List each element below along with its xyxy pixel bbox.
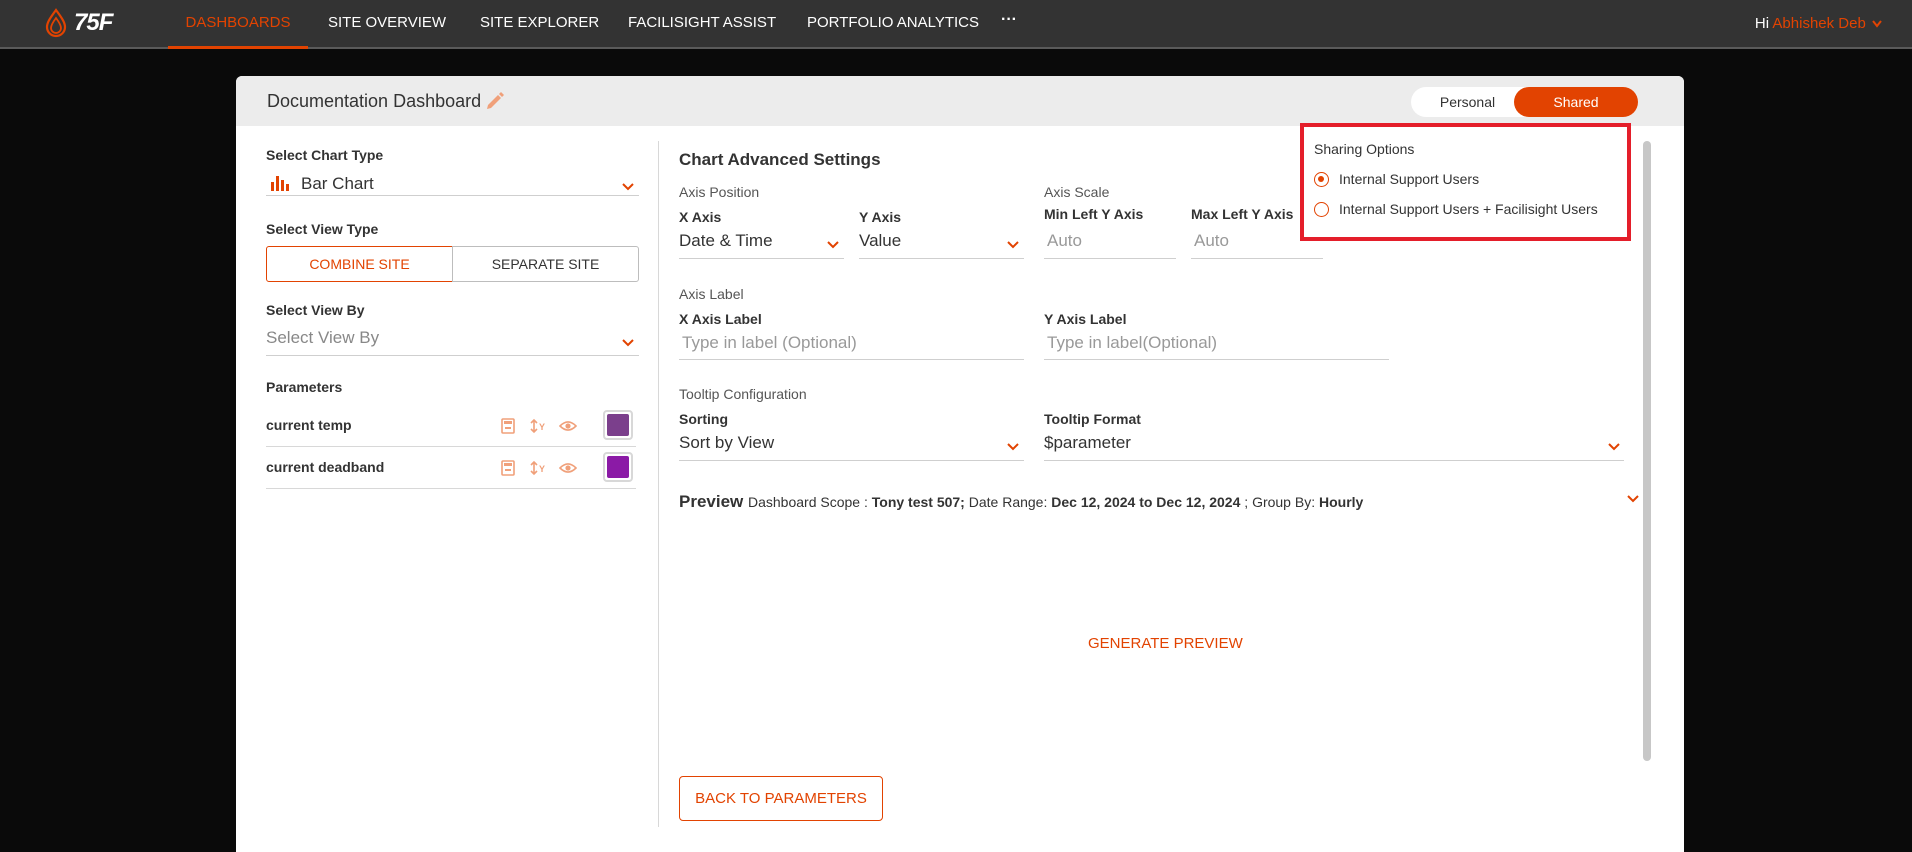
modal-header: Documentation Dashboard Personal Shared [236,76,1684,126]
svg-text:Y: Y [539,422,545,432]
radio-selected-icon[interactable] [1314,172,1329,187]
scrollbar[interactable] [1643,141,1651,761]
color-swatch[interactable] [603,410,633,440]
sharing-options-title: Sharing Options [1314,141,1415,157]
chevron-down-icon [1007,443,1019,451]
x-axis-label-label: X Axis Label [679,311,762,327]
personal-shared-toggle[interactable]: Personal Shared [1411,87,1638,117]
color-swatch[interactable] [603,452,633,482]
eye-icon[interactable] [559,417,577,435]
axis-label-section: Axis Label [679,286,744,302]
chevron-down-icon [1608,443,1620,451]
back-to-parameters-button[interactable]: BACK TO PARAMETERS [679,776,883,821]
swatch-color [607,456,629,478]
greeting: Hi [1754,15,1770,32]
min-left-y-placeholder: Auto [1047,231,1082,250]
nav-site-overview[interactable]: SITE OVERVIEW [328,0,446,49]
parameters-label: Parameters [266,379,343,395]
chevron-down-icon [1007,241,1019,249]
view-by-placeholder: Select View By [266,328,380,347]
view-by-label: Select View By [266,302,365,318]
sharing-options-popup: Sharing Options Internal Support Users I… [1300,123,1631,241]
nav-dashboards[interactable]: DASHBOARDS [168,0,308,49]
combine-site-button[interactable]: COMBINE SITE [266,246,453,282]
x-axis-label: X Axis [679,209,722,225]
user-menu[interactable]: Hi Abhishek Deb [1755,0,1882,49]
scope-value: Tony test 507; [871,494,965,510]
parameter-row: current temp Y [266,405,636,447]
chevron-down-icon[interactable] [1626,494,1640,504]
pencil-icon[interactable] [484,89,506,111]
svg-text:Y: Y [539,464,545,474]
sharing-option-label: Internal Support Users + Facilisight Use… [1339,201,1598,217]
parameter-row: current deadband Y [266,447,636,489]
date-separator: ; [1244,494,1249,510]
y-axis-label-label: Y Axis Label [1044,311,1127,327]
tooltip-format-value: $parameter [1044,433,1131,452]
panel-divider [658,141,659,827]
sharing-option-label: Internal Support Users [1339,171,1480,187]
max-left-y-label: Max Left Y Axis [1191,206,1294,222]
logo[interactable]: 75F [44,8,113,38]
preview-title: Preview [679,492,744,511]
eye-icon[interactable] [559,459,577,477]
chevron-down-icon [1872,20,1882,28]
nav-site-explorer[interactable]: SITE EXPLORER [480,0,599,49]
view-type-label: Select View Type [266,221,379,237]
calculator-icon[interactable] [499,459,517,477]
chevron-down-icon [622,339,634,347]
group-by-value: Hourly [1318,494,1364,510]
user-name: Abhishek Deb [1772,15,1866,32]
tooltip-config-label: Tooltip Configuration [679,386,807,402]
chart-type-value: Bar Chart [301,174,374,193]
swatch-color [607,414,629,436]
nav-more-icon[interactable]: ··· [1001,0,1017,46]
axis-scale-label: Axis Scale [1044,184,1110,200]
toggle-shared[interactable]: Shared [1514,87,1638,117]
chevron-down-icon [622,183,634,191]
parameter-name: current temp [266,417,352,433]
top-nav: 75F DASHBOARDS SITE OVERVIEW SITE EXPLOR… [0,0,1912,49]
min-left-y-label: Min Left Y Axis [1044,206,1144,222]
date-range-value: Dec 12, 2024 to Dec 12, 2024 [1051,494,1241,510]
scope-label: Dashboard Scope : [748,494,868,510]
logo-text: 75F [74,9,113,36]
chart-type-label: Select Chart Type [266,147,384,163]
tooltip-format-label: Tooltip Format [1044,411,1141,427]
axis-position-label: Axis Position [679,184,760,200]
preview-meta: Dashboard Scope : Tony test 507; Date Ra… [748,494,1363,510]
sorting-value: Sort by View [679,433,775,452]
y-axis-label-placeholder: Type in label(Optional) [1047,333,1218,352]
sort-axis-icon[interactable]: Y [530,417,548,435]
date-range-label: Date Range: [968,494,1048,510]
nav-facilisight-assist[interactable]: FACILISIGHT ASSIST [628,0,776,49]
advanced-settings-title: Chart Advanced Settings [679,150,881,169]
logo-drop-icon [45,8,67,38]
generate-preview-button[interactable]: GENERATE PREVIEW [1088,635,1243,652]
x-axis-label-placeholder: Type in label (Optional) [682,333,857,352]
group-by-label: Group By: [1252,494,1316,510]
separate-site-button[interactable]: SEPARATE SITE [452,246,639,282]
tooltip-format-select[interactable] [1044,431,1624,461]
y-axis-value: Value [859,231,902,250]
toggle-personal[interactable]: Personal [1411,87,1524,117]
parameter-name: current deadband [266,459,385,475]
calculator-icon[interactable] [499,417,517,435]
dashboard-title: Documentation Dashboard [267,91,482,111]
y-axis-label: Y Axis [859,209,902,225]
radio-unselected-icon[interactable] [1314,202,1329,217]
x-axis-value: Date & Time [679,231,773,250]
max-left-y-placeholder: Auto [1194,231,1229,250]
sort-axis-icon[interactable]: Y [530,459,548,477]
nav-portfolio-analytics[interactable]: PORTFOLIO ANALYTICS [807,0,979,49]
sorting-label: Sorting [679,411,728,427]
chevron-down-icon [827,241,839,249]
